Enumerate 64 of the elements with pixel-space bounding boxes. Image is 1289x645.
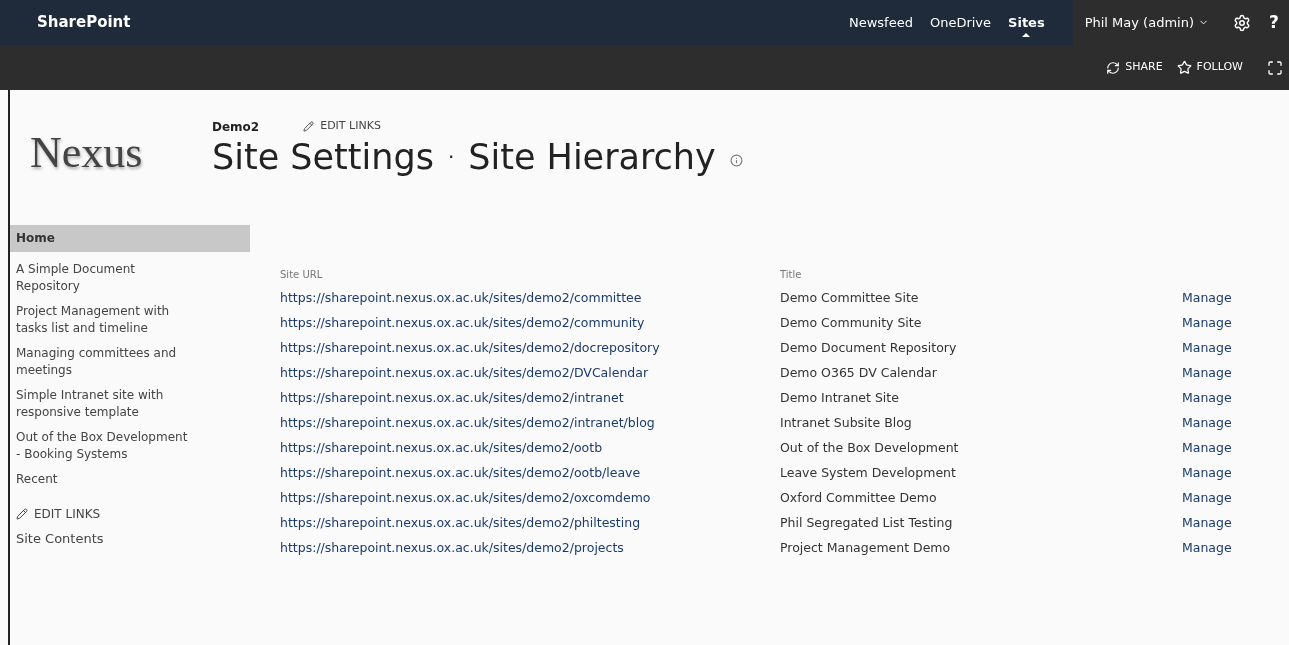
- brand-name[interactable]: SharePoint: [37, 11, 131, 34]
- page-title: Site Settings: [212, 135, 434, 178]
- site-url-link[interactable]: https://sharepoint.nexus.ox.ac.uk/sites/demo2/docrepository: [280, 339, 780, 358]
- site-url-link[interactable]: https://sharepoint.nexus.ox.ac.uk/sites/demo2/ootb/leave: [280, 464, 780, 483]
- site-title: Leave System Development: [780, 464, 957, 483]
- edit-links-button[interactable]: EDIT LINKS: [10, 505, 250, 523]
- manage-link[interactable]: Manage: [1182, 539, 1232, 558]
- site-url-link[interactable]: https://sharepoint.nexus.ox.ac.uk/sites/demo2/intranet: [280, 389, 780, 408]
- site-title: Demo Document Repository: [780, 339, 958, 358]
- pencil-icon: [16, 508, 28, 520]
- site-title: Phil Segregated List Testing: [780, 514, 954, 533]
- sidebar-item[interactable]: Recent: [10, 468, 250, 491]
- suite-nav-link[interactable]: Newsfeed: [849, 12, 913, 33]
- sidebar-item[interactable]: Out of the Box Development - Booking Systems: [10, 426, 250, 466]
- sidebar-item[interactable]: Project Management with tasks list and timeline: [10, 300, 250, 340]
- site-url-link[interactable]: https://sharepoint.nexus.ox.ac.uk/sites/demo2/intranet/blog: [280, 414, 780, 433]
- follow-button[interactable]: FOLLOW: [1176, 59, 1243, 76]
- site-title: Project Management Demo: [780, 539, 952, 558]
- manage-link[interactable]: Manage: [1182, 514, 1232, 533]
- user-menu[interactable]: Phil May (admin): [1084, 12, 1209, 33]
- breadcrumb-separator: ·: [447, 143, 455, 171]
- site-url-link[interactable]: https://sharepoint.nexus.ox.ac.uk/sites/demo2/committee: [280, 289, 780, 308]
- site-name-link[interactable]: Demo2: [212, 117, 260, 136]
- manage-link[interactable]: Manage: [1182, 414, 1232, 433]
- sidebar-item[interactable]: Home: [10, 225, 250, 252]
- manage-link[interactable]: Manage: [1182, 489, 1232, 508]
- site-title: Out of the Box Development: [780, 439, 960, 458]
- share-button[interactable]: SHARE: [1106, 59, 1163, 76]
- suite-nav-link[interactable]: OneDrive: [929, 12, 992, 33]
- manage-link[interactable]: Manage: [1182, 364, 1232, 383]
- site-title: Demo Intranet Site: [780, 389, 900, 408]
- focus-icon[interactable]: [1267, 59, 1283, 76]
- manage-link[interactable]: Manage: [1182, 389, 1232, 408]
- share-icon: [1106, 60, 1121, 75]
- manage-link[interactable]: Manage: [1182, 314, 1232, 333]
- manage-link[interactable]: Manage: [1182, 439, 1232, 458]
- sidebar-item[interactable]: A Simple Document Repository: [10, 258, 250, 298]
- site-url-link[interactable]: https://sharepoint.nexus.ox.ac.uk/sites/demo2/oxcomdemo: [280, 489, 780, 508]
- column-header: Site URL: [280, 268, 324, 282]
- site-url-link[interactable]: https://sharepoint.nexus.ox.ac.uk/sites/demo2/philtesting: [280, 514, 780, 533]
- site-url-link[interactable]: https://sharepoint.nexus.ox.ac.uk/sites/demo2/projects: [280, 539, 780, 558]
- site-url-link[interactable]: https://sharepoint.nexus.ox.ac.uk/sites/demo2/community: [280, 314, 780, 333]
- site-title: Demo Community Site: [780, 314, 923, 333]
- sidebar-item[interactable]: Managing committees and meetings: [10, 342, 250, 382]
- info-icon[interactable]: [729, 154, 743, 167]
- settings-icon[interactable]: [1233, 13, 1251, 32]
- column-header: Title: [780, 268, 803, 282]
- site-title: Intranet Subsite Blog: [780, 414, 913, 433]
- pencil-icon: [303, 121, 315, 132]
- site-contents-link[interactable]: Site Contents: [10, 529, 250, 549]
- site-logo[interactable]: Nexus: [30, 119, 143, 186]
- site-title: Demo Committee Site: [780, 289, 920, 308]
- manage-link[interactable]: Manage: [1182, 339, 1232, 358]
- sidebar-item[interactable]: Simple Intranet site with responsive template: [10, 384, 250, 424]
- star-icon: [1176, 60, 1192, 75]
- site-url-link[interactable]: https://sharepoint.nexus.ox.ac.uk/sites/demo2/ootb: [280, 439, 780, 458]
- help-button[interactable]: ?: [1265, 9, 1283, 36]
- site-url-link[interactable]: https://sharepoint.nexus.ox.ac.uk/sites/demo2/DVCalendar: [280, 364, 780, 383]
- page-subtitle: Site Hierarchy: [468, 135, 716, 178]
- manage-link[interactable]: Manage: [1182, 289, 1232, 308]
- site-title: Oxford Committee Demo: [780, 489, 938, 508]
- site-title: Demo O365 DV Calendar: [780, 364, 938, 383]
- edit-links-button[interactable]: EDIT LINKS: [303, 118, 381, 135]
- manage-link[interactable]: Manage: [1182, 464, 1232, 483]
